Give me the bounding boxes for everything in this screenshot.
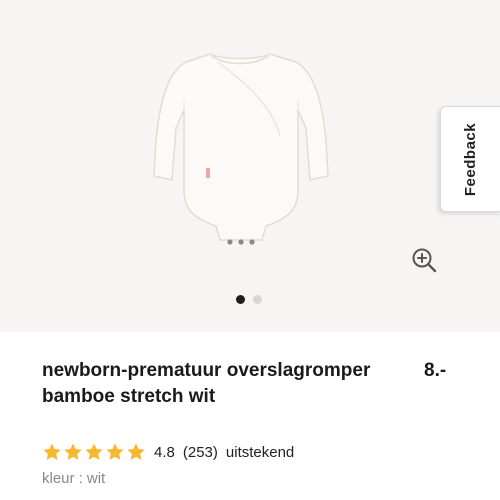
star-icon <box>64 443 82 460</box>
star-icon <box>106 443 124 460</box>
rating-row[interactable]: 4.8 (253) uitstekend <box>42 441 302 463</box>
rating-label: uitstekend <box>225 443 295 461</box>
gallery-dot-1[interactable] <box>236 295 245 304</box>
feedback-label: Feedback <box>462 122 480 196</box>
zoom-in-icon <box>412 248 437 273</box>
star-icon <box>85 443 103 460</box>
product-image-gallery[interactable] <box>0 0 500 332</box>
product-title: newborn-prematuur overslagromper bamboe … <box>42 360 371 407</box>
rating-value: 4.8 <box>154 443 175 461</box>
product-price: 8.- <box>424 360 447 381</box>
color-label: kleur : <box>42 470 83 487</box>
color-value: wit <box>86 470 106 487</box>
product-image <box>153 53 329 245</box>
rating-count[interactable]: (253) <box>183 444 218 461</box>
star-icon <box>127 443 145 460</box>
zoom-button[interactable] <box>407 243 441 277</box>
star-icon <box>43 443 61 460</box>
feedback-tab[interactable]: Feedback <box>440 106 500 212</box>
gallery-dot-2[interactable] <box>253 295 262 304</box>
color-info: kleur : wit <box>42 470 105 487</box>
gallery-pagination <box>236 295 262 304</box>
rating-stars <box>42 442 146 462</box>
